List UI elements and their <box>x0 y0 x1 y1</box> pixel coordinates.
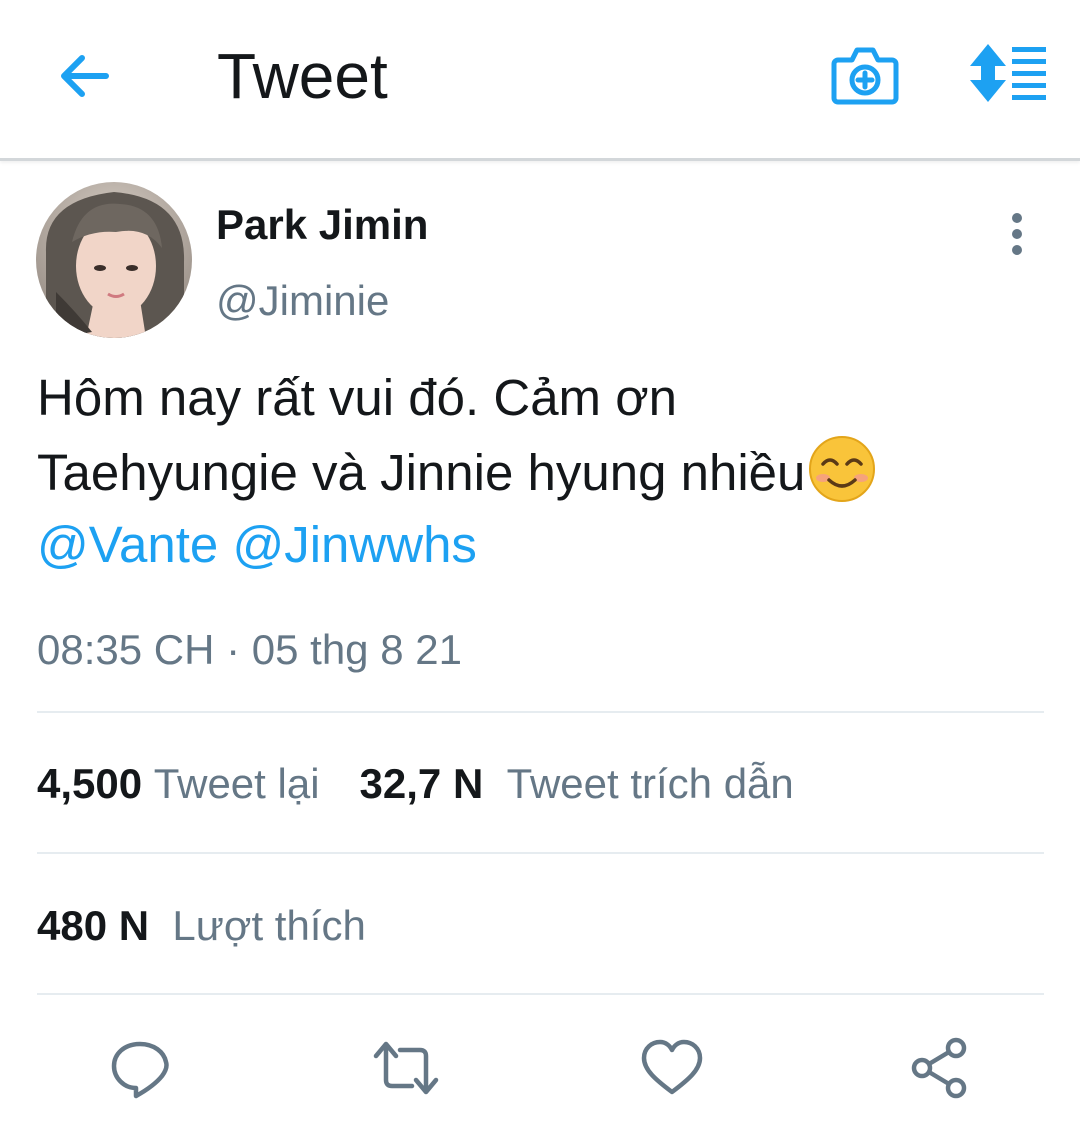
like-icon <box>641 1039 703 1095</box>
quotes-count: 32,7 N <box>359 760 484 807</box>
more-options-button[interactable] <box>996 210 1038 258</box>
quotes-label: Tweet trích dẫn <box>506 760 794 807</box>
share-button[interactable] <box>908 1036 972 1100</box>
divider <box>37 852 1044 854</box>
page-title: Tweet <box>217 40 388 112</box>
tweet-text: Hôm nay rất vui đó. Cảm ơn Taehyungie và… <box>37 362 1047 581</box>
tweet-text-line-2: Taehyungie và Jinnie hyung nhiều <box>37 434 1047 509</box>
share-icon <box>911 1037 967 1099</box>
likes-stat[interactable]: 480 N Lượt thích <box>37 902 366 949</box>
retweets-count: 4,500 <box>37 760 143 807</box>
avatar[interactable] <box>36 182 192 338</box>
quotes-stat[interactable]: 32,7 N Tweet trích dẫn <box>360 760 794 807</box>
top-app-bar: Tweet <box>0 0 1080 161</box>
mention-link[interactable]: @Jinwwhs <box>232 516 477 573</box>
author-handle[interactable]: @Jiminie <box>216 276 389 326</box>
tweet-text-line-1: Hôm nay rất vui đó. Cảm ơn <box>37 369 678 426</box>
arrow-left-icon <box>61 55 109 97</box>
likes-label: Lượt thích <box>172 902 366 949</box>
more-vertical-icon <box>1012 213 1022 255</box>
back-button[interactable] <box>52 44 116 108</box>
avatar-photo <box>36 182 192 338</box>
reply-button[interactable] <box>108 1036 172 1100</box>
divider <box>37 711 1044 713</box>
retweets-label: Tweet lại <box>153 760 320 807</box>
sort-list-icon <box>970 44 1046 102</box>
retweets-stat[interactable]: 4,500 Tweet lại <box>37 760 320 807</box>
camera-add-icon <box>831 47 899 105</box>
divider <box>37 993 1044 995</box>
likes-count: 480 N <box>37 902 150 949</box>
smiling-face-icon <box>809 436 876 502</box>
author-name[interactable]: Park Jimin <box>216 200 428 250</box>
mention-link[interactable]: @Vante <box>37 516 218 573</box>
tweet-mentions: @Vante @Jinwwhs <box>37 509 1047 581</box>
retweet-button[interactable] <box>372 1036 439 1100</box>
retweet-icon <box>373 1041 439 1095</box>
like-button[interactable] <box>640 1036 704 1100</box>
sort-button[interactable] <box>968 44 1048 104</box>
tweet-timestamp: 08:35 CH · 05 thg 8 21 <box>37 626 462 673</box>
reply-icon <box>111 1041 169 1099</box>
stats-row: 4,500 Tweet lại 32,7 N Tweet trích dẫn <box>37 758 794 810</box>
likes-row: 480 N Lượt thích <box>37 900 366 952</box>
tweet-text-line-2-text: Taehyungie và Jinnie hyung nhiều <box>37 444 806 501</box>
camera-button[interactable] <box>830 42 900 108</box>
